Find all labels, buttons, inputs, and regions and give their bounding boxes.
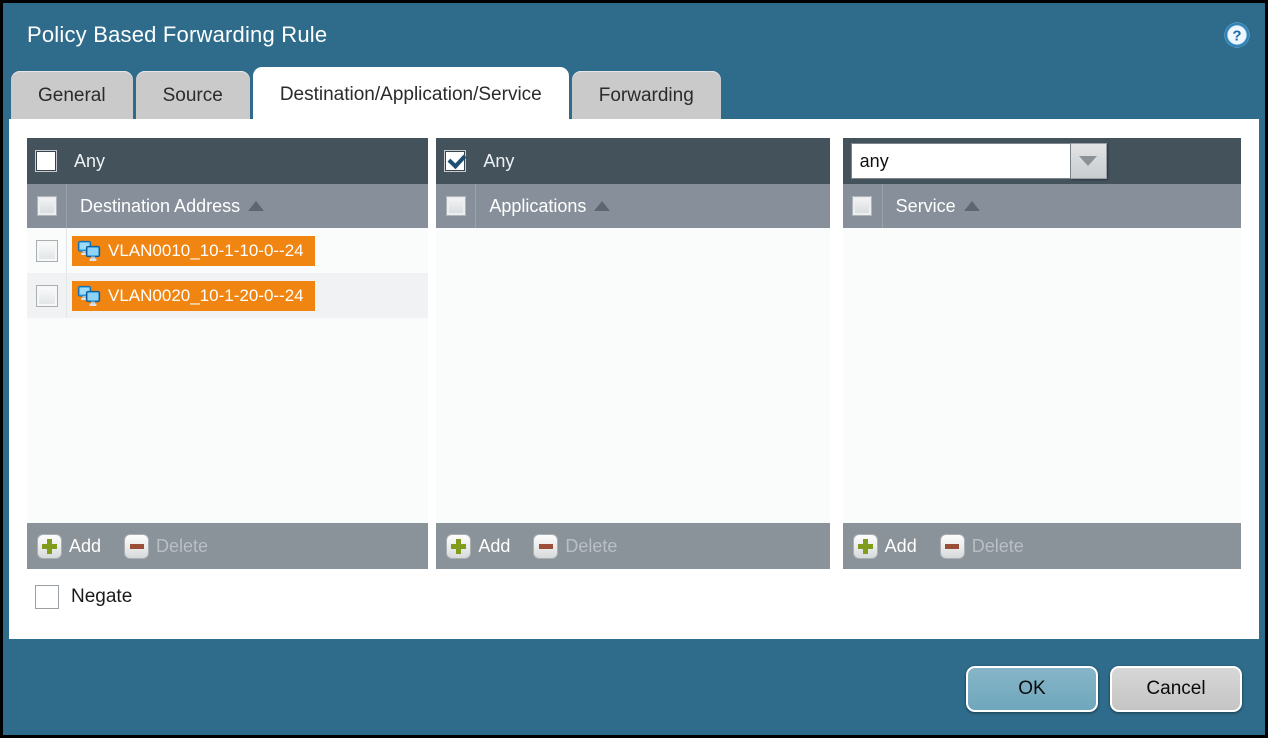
service-column-title[interactable]: Service: [896, 196, 980, 217]
tab-destination-application-service[interactable]: Destination/Application/Service: [253, 67, 569, 119]
destination-column-title[interactable]: Destination Address: [80, 196, 264, 217]
destination-any-checkbox[interactable]: [35, 150, 57, 172]
service-dropdown-input[interactable]: [851, 143, 1071, 179]
sort-ascending-icon: [248, 201, 264, 211]
service-dropdown-button[interactable]: [1071, 143, 1107, 179]
dialog-tabs: General Source Destination/Application/S…: [3, 67, 1265, 119]
tab-content: Any Destination Address: [9, 119, 1259, 639]
add-button[interactable]: Add: [446, 534, 510, 559]
delete-button[interactable]: Delete: [533, 534, 617, 559]
tab-source[interactable]: Source: [136, 71, 250, 119]
delete-icon: [533, 534, 558, 559]
service-column-label: Service: [896, 196, 956, 217]
svg-text:?: ?: [1232, 28, 1241, 45]
destination-any-label: Any: [74, 151, 105, 172]
service-list: [843, 228, 1241, 523]
delete-button-label: Delete: [156, 536, 208, 557]
ok-button[interactable]: OK: [966, 666, 1098, 712]
row-checkbox[interactable]: [36, 285, 58, 307]
applications-list: [436, 228, 829, 523]
delete-button[interactable]: Delete: [124, 534, 208, 559]
destination-any-bar: Any: [27, 138, 428, 184]
chevron-down-icon: [1079, 156, 1097, 166]
destination-column-header: Destination Address: [27, 184, 428, 228]
service-dropdown: [851, 143, 1107, 179]
delete-icon: [124, 534, 149, 559]
destination-toolbar: Add Delete: [27, 523, 428, 569]
applications-select-all-checkbox[interactable]: [446, 196, 466, 216]
cancel-button[interactable]: Cancel: [1110, 666, 1242, 712]
sort-ascending-icon: [964, 201, 980, 211]
dialog-title: Policy Based Forwarding Rule: [27, 22, 327, 48]
service-toolbar: Add Delete: [843, 523, 1241, 569]
panels-row: Any Destination Address: [27, 138, 1241, 569]
negate-option: Negate: [35, 585, 1241, 609]
address-object-chip[interactable]: VLAN0010_10-1-10-0--24: [72, 236, 315, 266]
tab-general[interactable]: General: [11, 71, 133, 119]
add-button-label: Add: [69, 536, 101, 557]
destination-list: VLAN0010_10-1-10-0--24: [27, 228, 428, 523]
applications-any-label: Any: [483, 151, 514, 172]
service-panel: Service Add Delete: [843, 138, 1241, 569]
applications-panel: Any Applications: [436, 138, 829, 569]
row-checkbox-cell: [27, 228, 67, 273]
applications-toolbar: Add Delete: [436, 523, 829, 569]
applications-column-title[interactable]: Applications: [489, 196, 610, 217]
delete-button-label: Delete: [972, 536, 1024, 557]
negate-checkbox[interactable]: [35, 585, 59, 609]
address-object-label: VLAN0010_10-1-10-0--24: [108, 241, 304, 261]
add-icon: [853, 534, 878, 559]
applications-any-bar: Any: [436, 138, 829, 184]
service-select-all-cell: [843, 184, 883, 228]
add-icon: [446, 534, 471, 559]
screen-frame: Policy Based Forwarding Rule ? General S…: [0, 0, 1268, 738]
policy-based-forwarding-dialog: Policy Based Forwarding Rule ? General S…: [3, 3, 1265, 735]
destination-column-label: Destination Address: [80, 196, 240, 217]
applications-any-checkbox[interactable]: [444, 150, 466, 172]
delete-button[interactable]: Delete: [940, 534, 1024, 559]
row-checkbox-cell: [27, 273, 67, 318]
network-address-icon: [77, 240, 101, 262]
tab-forwarding[interactable]: Forwarding: [572, 71, 721, 119]
dialog-actions: OK Cancel: [966, 666, 1242, 712]
add-button[interactable]: Add: [37, 534, 101, 559]
help-icon[interactable]: ?: [1223, 21, 1251, 49]
table-row: VLAN0020_10-1-20-0--24: [27, 273, 428, 318]
sort-ascending-icon: [594, 201, 610, 211]
add-button[interactable]: Add: [853, 534, 917, 559]
service-select-all-checkbox[interactable]: [852, 196, 872, 216]
dialog-titlebar: Policy Based Forwarding Rule ?: [3, 3, 1265, 67]
applications-column-label: Applications: [489, 196, 586, 217]
row-checkbox[interactable]: [36, 240, 58, 262]
table-row: VLAN0010_10-1-10-0--24: [27, 228, 428, 273]
add-button-label: Add: [885, 536, 917, 557]
address-object-label: VLAN0020_10-1-20-0--24: [108, 286, 304, 306]
destination-select-all-cell: [27, 184, 67, 228]
network-address-icon: [77, 285, 101, 307]
add-icon: [37, 534, 62, 559]
add-button-label: Add: [478, 536, 510, 557]
applications-select-all-cell: [436, 184, 476, 228]
destination-select-all-checkbox[interactable]: [37, 196, 57, 216]
applications-column-header: Applications: [436, 184, 829, 228]
negate-label: Negate: [71, 586, 132, 608]
destination-address-panel: Any Destination Address: [27, 138, 428, 569]
service-any-bar: [843, 138, 1241, 184]
delete-icon: [940, 534, 965, 559]
delete-button-label: Delete: [565, 536, 617, 557]
address-object-chip[interactable]: VLAN0020_10-1-20-0--24: [72, 281, 315, 311]
service-column-header: Service: [843, 184, 1241, 228]
